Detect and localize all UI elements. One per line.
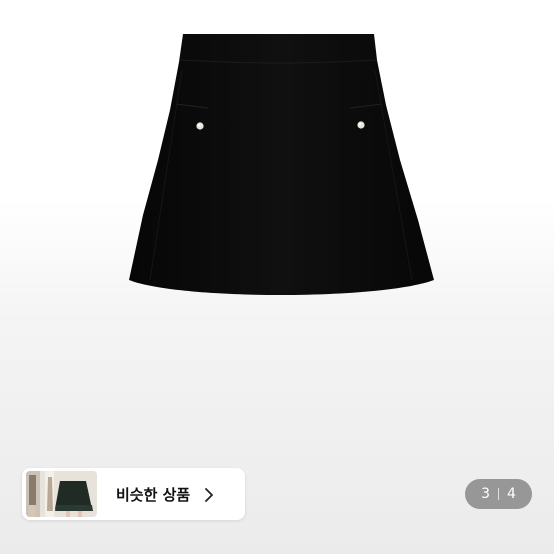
- left-pearl-button: [196, 122, 204, 130]
- page-separator: [498, 488, 499, 500]
- similar-products-button[interactable]: 비슷한 상품: [22, 468, 245, 520]
- skirt-shape: [129, 34, 434, 295]
- page-indicator: 3 4: [465, 479, 532, 509]
- chevron-right-icon: [204, 487, 214, 502]
- current-page: 3: [481, 486, 490, 502]
- similar-products-thumbnail: [26, 471, 97, 517]
- similar-products-label: 비슷한 상품: [116, 485, 191, 504]
- right-pearl-button: [357, 121, 365, 129]
- total-pages: 4: [507, 486, 516, 502]
